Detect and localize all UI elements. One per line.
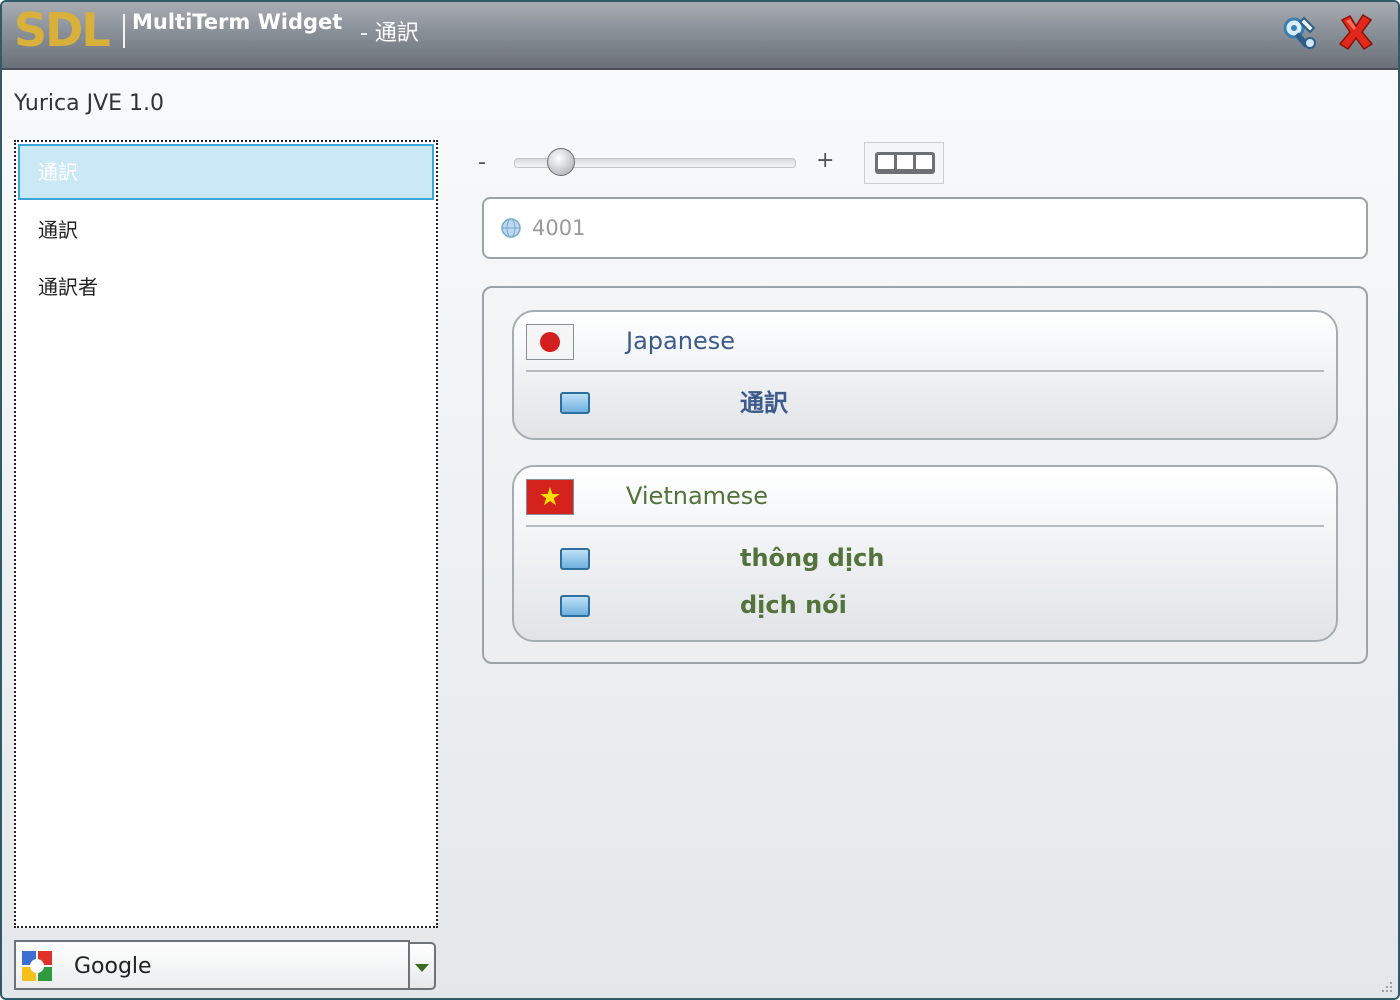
term-entry-icon[interactable] xyxy=(560,595,590,617)
multiterm-widget-window: SDL MultiTerm Widget - 通訳 Yurica JVE 1.0… xyxy=(0,0,1400,1000)
provider-selected: Google xyxy=(74,954,152,979)
provider-dropdown-field[interactable]: Google xyxy=(14,940,410,990)
close-icon[interactable] xyxy=(1336,12,1376,52)
search-value: 4001 xyxy=(532,216,586,240)
list-item[interactable]: 通訳 xyxy=(18,144,434,200)
sdl-logo: SDL xyxy=(14,3,111,57)
app-version-label: Yurica JVE 1.0 xyxy=(14,91,165,116)
list-item[interactable]: 通訳者 xyxy=(18,259,434,315)
term-entry-icon[interactable] xyxy=(560,548,590,570)
results-panel: Japanese 通訳 Vietnamese thông dịch dịch n… xyxy=(482,286,1368,664)
term-list[interactable]: 通訳 通訳 通訳者 xyxy=(14,140,438,928)
vietnam-flag-icon xyxy=(526,479,574,515)
three-column-layout-icon xyxy=(875,152,935,174)
provider-dropdown[interactable]: Google xyxy=(14,940,438,992)
title-bar: SDL MultiTerm Widget - 通訳 xyxy=(2,2,1398,70)
term-text[interactable]: thông dịch xyxy=(740,543,884,573)
dropdown-button[interactable] xyxy=(410,942,436,990)
language-name: Vietnamese xyxy=(626,482,769,510)
language-section-japanese: Japanese 通訳 xyxy=(512,310,1338,440)
globe-icon xyxy=(501,218,521,238)
layout-toggle-button[interactable] xyxy=(864,142,944,184)
zoom-in-label[interactable]: + xyxy=(816,148,834,173)
product-name: MultiTerm Widget xyxy=(132,10,343,34)
divider xyxy=(526,525,1324,527)
japan-flag-icon xyxy=(526,324,574,360)
term-text[interactable]: dịch nói xyxy=(740,590,847,620)
chevron-down-icon xyxy=(415,964,429,972)
term-entry-icon[interactable] xyxy=(560,392,590,414)
logo-separator xyxy=(123,14,125,48)
tools-icon[interactable] xyxy=(1280,12,1320,52)
window-title-term: - 通訳 xyxy=(360,21,419,46)
language-section-vietnamese: Vietnamese thông dịch dịch nói xyxy=(512,465,1338,642)
resize-grip-icon[interactable] xyxy=(1378,978,1394,994)
google-icon xyxy=(22,951,52,981)
zoom-slider-thumb[interactable] xyxy=(546,148,575,176)
language-name: Japanese xyxy=(626,327,735,355)
search-input[interactable]: 4001 xyxy=(482,197,1368,259)
zoom-out-label[interactable]: - xyxy=(478,150,486,175)
term-text[interactable]: 通訳 xyxy=(740,388,788,418)
divider xyxy=(526,370,1324,372)
list-item[interactable]: 通訳 xyxy=(18,202,434,258)
